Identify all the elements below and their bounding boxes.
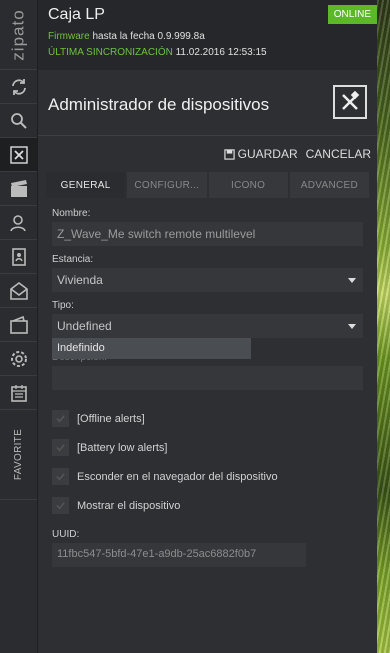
tab-configuration[interactable]: CONFIGUR... [127, 172, 207, 198]
cancel-button[interactable]: CANCELAR [306, 147, 371, 161]
contacts-icon [11, 247, 26, 266]
firmware-label: Firmware [48, 31, 90, 42]
checkbox-label: [Battery low alerts] [77, 441, 168, 454]
firmware-line: Firmware hasta la fecha 0.9.999.8a [48, 31, 367, 42]
check-icon [56, 444, 65, 452]
checkbox[interactable] [52, 410, 69, 427]
logo-text: zipato [8, 8, 28, 61]
tab-general[interactable]: GENERAL [46, 172, 126, 198]
checkbox-row[interactable]: [Offline alerts] [52, 404, 363, 433]
sidebar-rail: zipato FAVORITE [0, 0, 38, 653]
background-photo [377, 0, 390, 653]
name-input[interactable]: Z_Wave_Me switch remote multilevel [52, 222, 363, 246]
search-button[interactable] [0, 104, 37, 138]
room-label: Estancia: [52, 254, 94, 265]
users-button[interactable] [0, 206, 37, 240]
type-option-undefined[interactable]: Indefinido [52, 338, 251, 359]
favorite-label: FAVORITE [13, 428, 24, 481]
sync-value: 11.02.2016 12:53:15 [175, 47, 267, 58]
users-icon [9, 214, 26, 231]
zipato-logo: zipato [0, 0, 37, 70]
action-bar: GUARDAR CANCELAR [38, 136, 377, 172]
devices-icon [9, 145, 28, 164]
checkbox[interactable] [52, 439, 69, 456]
messages-icon [9, 281, 28, 300]
checkbox-label: Esconder en el navegador del dispositivo [77, 470, 278, 483]
device-panel: Caja LP ONLINE Firmware hasta la fecha 0… [38, 0, 377, 653]
calendar-icon [10, 384, 27, 402]
floppy-icon [223, 148, 235, 160]
checkbox[interactable] [52, 497, 69, 514]
name-label: Nombre: [52, 208, 91, 219]
checkbox-label: Mostrar el dispositivo [77, 499, 181, 512]
calendar-button[interactable] [0, 376, 37, 410]
wallet-button[interactable] [0, 308, 37, 342]
sync-line: ÚLTIMA SINCRONIZACIÓN 11.02.2016 12:53:1… [48, 47, 367, 58]
device-manager-header: Administrador de dispositivos [38, 70, 377, 136]
sync-label: ÚLTIMA SINCRONIZACIÓN [48, 47, 173, 58]
settings-button[interactable] [0, 342, 37, 376]
general-form: Nombre: Z_Wave_Me switch remote multilev… [38, 208, 377, 567]
devices-button[interactable] [0, 138, 37, 172]
sync-button[interactable] [0, 70, 37, 104]
uuid-field: 11fbc547-5bfd-47e1-a9db-25ac6882f0b7 [52, 543, 306, 567]
uuid-label: UUID: [52, 529, 80, 540]
favorite-button[interactable]: FAVORITE [0, 410, 37, 500]
checkbox[interactable] [52, 468, 69, 485]
contacts-button[interactable] [0, 240, 37, 274]
check-icon [56, 502, 65, 510]
tab-advanced[interactable]: ADVANCED [289, 172, 369, 198]
wallet-icon [9, 315, 28, 334]
firmware-text: hasta la fecha 0.9.999.8a [92, 31, 205, 42]
chevron-down-icon [348, 324, 356, 329]
scenes-icon [10, 179, 27, 197]
description-input[interactable] [52, 366, 363, 390]
scenes-button[interactable] [0, 172, 37, 206]
tab-icon[interactable]: ICONO [208, 172, 288, 198]
room-select[interactable]: Vivienda [52, 268, 363, 292]
save-button[interactable]: GUARDAR [223, 147, 298, 161]
check-icon [56, 415, 65, 423]
type-value: Undefined [57, 319, 112, 333]
device-icon [333, 85, 367, 119]
type-label: Tipo: [52, 300, 74, 311]
room-value: Vivienda [57, 273, 103, 287]
checkbox-row[interactable]: [Battery low alerts] [52, 433, 363, 462]
box-title: Caja LP [48, 6, 105, 23]
type-select[interactable]: Undefined [52, 314, 363, 338]
save-label: GUARDAR [237, 147, 298, 161]
page-title: Administrador de dispositivos [48, 95, 270, 114]
box-header: Caja LP ONLINE Firmware hasta la fecha 0… [38, 0, 377, 70]
tab-bar: GENERAL CONFIGUR... ICONO ADVANCED [46, 172, 369, 198]
checkbox-row[interactable]: Mostrar el dispositivo [52, 491, 363, 520]
chevron-down-icon [348, 278, 356, 283]
search-icon [10, 112, 27, 129]
sync-icon [11, 78, 26, 95]
status-badge: ONLINE [327, 5, 377, 24]
checkbox-row[interactable]: Esconder en el navegador del dispositivo [52, 462, 363, 491]
messages-button[interactable] [0, 274, 37, 308]
check-icon [56, 473, 65, 481]
checkbox-label: [Offline alerts] [77, 412, 145, 425]
settings-icon [10, 350, 27, 367]
